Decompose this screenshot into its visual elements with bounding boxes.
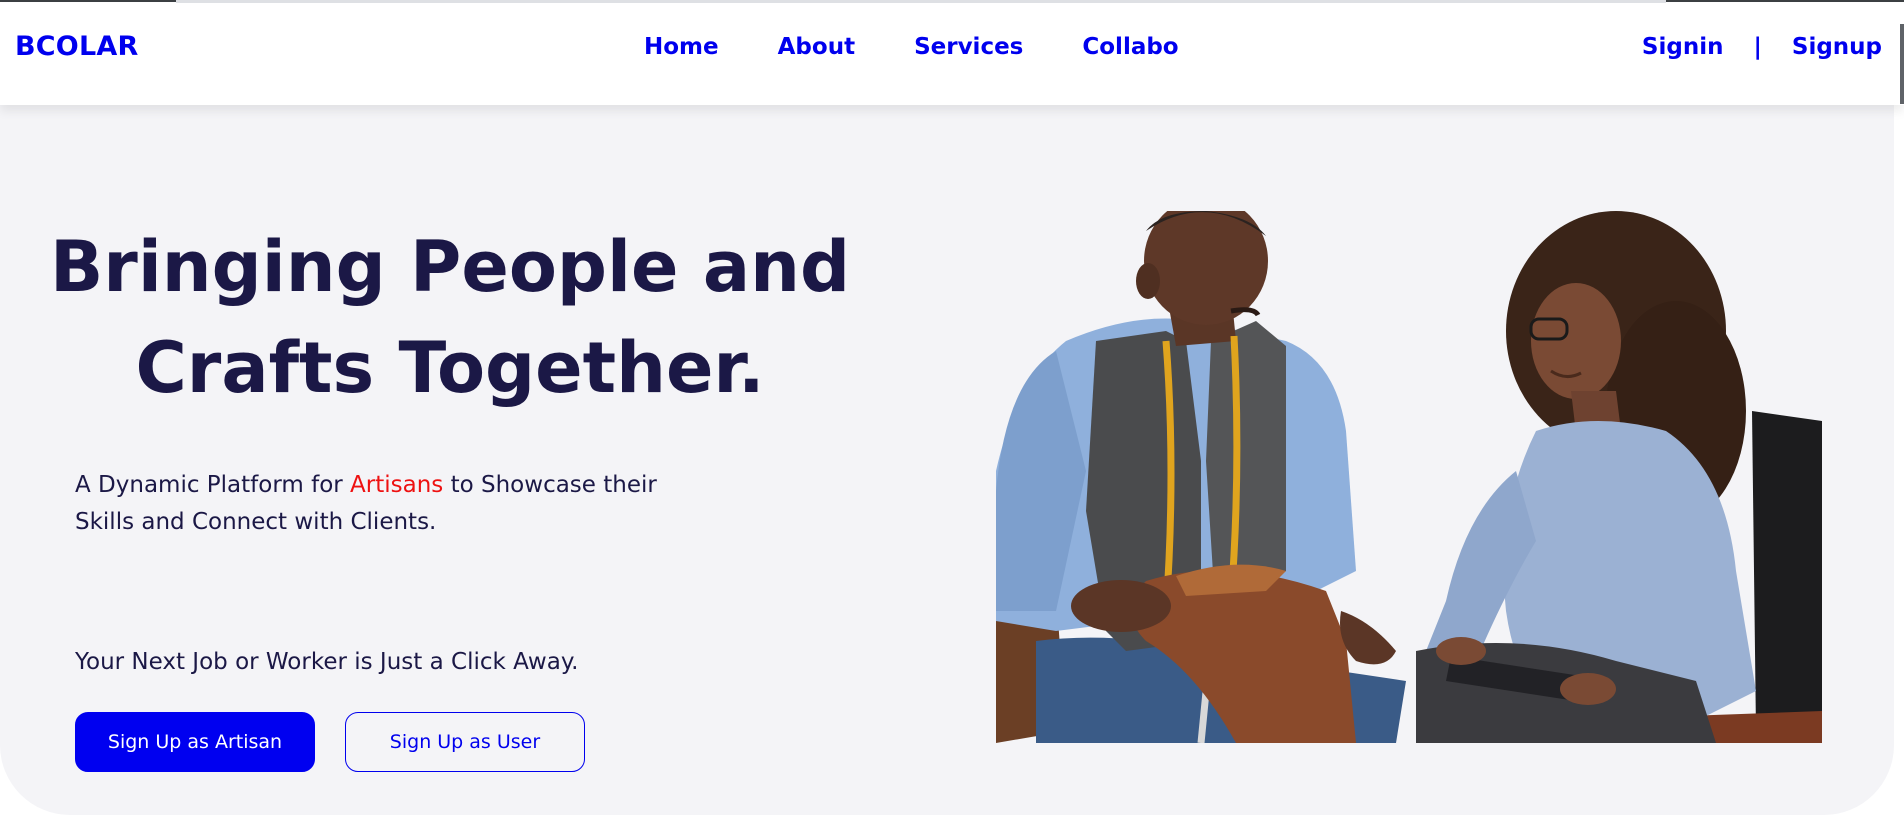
- browser-top-edge-right: [1666, 0, 1904, 2]
- nav-link-about[interactable]: About: [778, 34, 855, 60]
- navbar: BCOLAR Home About Services Collabo Signi…: [0, 3, 1904, 105]
- hero-title: Bringing People and Crafts Together.: [40, 217, 860, 419]
- signup-user-button[interactable]: Sign Up as User: [345, 712, 585, 772]
- hero-section: Bringing People and Crafts Together. A D…: [0, 105, 1894, 815]
- hero-title-line1: Bringing People and: [49, 226, 851, 308]
- main-nav: Home About Services Collabo: [644, 34, 1238, 60]
- hero-subtitle: A Dynamic Platform for Artisans to Showc…: [75, 467, 715, 541]
- nav-link-home[interactable]: Home: [644, 34, 719, 60]
- browser-top-edge-left: [0, 0, 176, 2]
- scrollbar[interactable]: [1900, 24, 1904, 104]
- nav-link-collabo[interactable]: Collabo: [1082, 34, 1178, 60]
- auth-links: Signin | Signup: [1642, 34, 1882, 60]
- nav-link-services[interactable]: Services: [914, 34, 1023, 60]
- signin-link[interactable]: Signin: [1642, 34, 1724, 60]
- hero-photo: [996, 211, 1822, 743]
- hero-title-line2: Crafts Together.: [135, 327, 765, 409]
- signup-artisan-button[interactable]: Sign Up as Artisan: [75, 712, 315, 772]
- brand-logo[interactable]: BCOLAR: [15, 31, 138, 62]
- hero-subtitle-accent: Artisans: [350, 472, 444, 498]
- hero-subtitle-start: A Dynamic Platform for: [75, 472, 351, 498]
- hero-tagline: Your Next Job or Worker is Just a Click …: [75, 649, 579, 675]
- auth-separator: |: [1753, 34, 1762, 60]
- signup-link[interactable]: Signup: [1792, 34, 1882, 60]
